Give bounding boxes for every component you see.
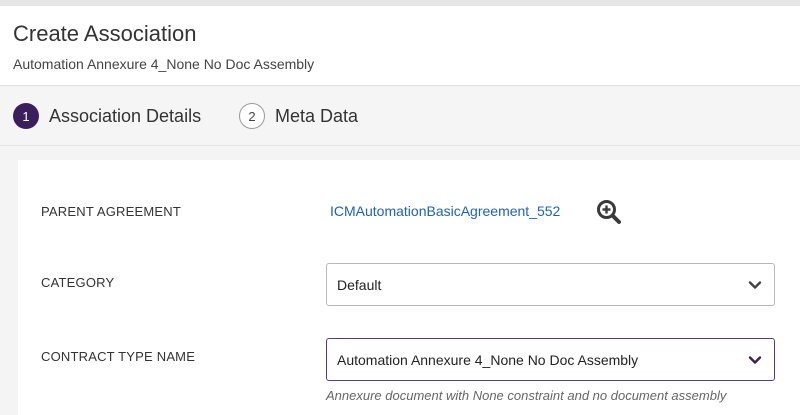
association-form: PARENT AGREEMENT ICMAutomationBasicAgree… <box>18 160 800 415</box>
step-number: 1 <box>13 103 39 129</box>
zoom-in-icon[interactable] <box>596 199 622 225</box>
step-meta-data[interactable]: 2 Meta Data <box>239 103 358 129</box>
contract-type-hint: Annexure document with None constraint a… <box>326 388 727 403</box>
chevron-down-icon <box>748 356 762 364</box>
page-subtitle: Automation Annexure 4_None No Doc Assemb… <box>13 56 315 72</box>
step-label: Meta Data <box>275 105 359 126</box>
category-label: CATEGORY <box>41 275 115 290</box>
chevron-down-icon <box>748 281 762 289</box>
step-label: Association Details <box>49 105 202 126</box>
category-select[interactable]: Default <box>326 263 775 306</box>
contract-type-label: CONTRACT TYPE NAME <box>41 349 196 364</box>
page-title: Create Association <box>13 21 197 46</box>
parent-agreement-label: PARENT AGREEMENT <box>41 204 181 219</box>
category-value: Default <box>337 276 382 293</box>
wizard-steps: 1 Association Details 2 Meta Data <box>0 88 800 146</box>
parent-agreement-link[interactable]: ICMAutomationBasicAgreement_552 <box>330 203 560 219</box>
step-association-details[interactable]: 1 Association Details <box>13 103 201 129</box>
page-header: Create Association Automation Annexure 4… <box>0 6 800 86</box>
step-number: 2 <box>239 103 265 129</box>
contract-type-value: Automation Annexure 4_None No Doc Assemb… <box>337 351 639 368</box>
contract-type-select[interactable]: Automation Annexure 4_None No Doc Assemb… <box>326 338 775 381</box>
